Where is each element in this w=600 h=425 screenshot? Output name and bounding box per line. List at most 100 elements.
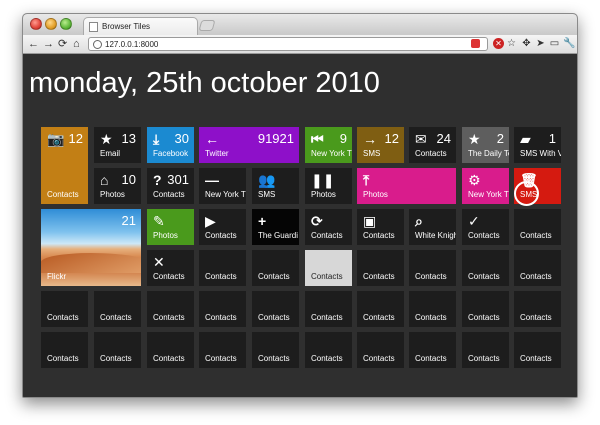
extension-red-icon[interactable] <box>471 39 480 48</box>
tile-label: Contacts <box>205 231 237 240</box>
tile-contacts[interactable]: Contacts <box>514 291 561 327</box>
tile-contacts[interactable]: Contacts <box>94 291 141 327</box>
minimize-window-button[interactable] <box>45 18 57 30</box>
tile-count: 91921 <box>257 131 294 146</box>
tile-the-guardi[interactable]: + The Guardi <box>252 209 299 245</box>
reload-button[interactable]: ⟳ <box>58 37 67 51</box>
tile-contacts[interactable]: Contacts <box>252 291 299 327</box>
tile-photos[interactable]: ✎ Photos <box>147 209 194 245</box>
send-icon[interactable]: ➤ <box>535 38 546 49</box>
home-button[interactable]: ⌂ <box>73 37 80 51</box>
tile-count: 12 <box>68 131 83 146</box>
tile-email[interactable]: ★ 13 Email <box>94 127 141 163</box>
tile-contacts[interactable]: Contacts <box>462 250 509 286</box>
forward-button[interactable]: → <box>43 37 54 51</box>
tile-count: 10 <box>121 172 136 187</box>
tile-contacts[interactable]: Contacts <box>514 250 561 286</box>
tile-contacts[interactable]: Contacts <box>41 332 88 368</box>
tile-contacts[interactable]: Contacts <box>199 250 246 286</box>
tile-contacts[interactable]: ⟳ Contacts <box>305 209 352 245</box>
tile-contacts[interactable]: Contacts <box>252 250 299 286</box>
tile-label: Contacts <box>415 272 447 281</box>
tile-contacts[interactable]: 📷 12 Contacts <box>41 127 88 204</box>
tile-contacts[interactable]: ✉ 24 Contacts <box>409 127 456 163</box>
tile-contacts[interactable]: Contacts <box>41 291 88 327</box>
tile-facebook[interactable]: ⤓ 30 Facebook <box>147 127 194 163</box>
tile-the-daily-te[interactable]: ★ 2 The Daily Te <box>462 127 509 163</box>
tile-count: 21 <box>121 213 136 228</box>
tile-contacts[interactable]: Contacts <box>409 291 456 327</box>
tile-label: Contacts <box>47 354 79 363</box>
tile-contacts[interactable]: Contacts <box>305 291 352 327</box>
tile-contacts[interactable]: Contacts <box>147 332 194 368</box>
tile-contacts[interactable]: Contacts <box>305 332 352 368</box>
tile-label: Flickr <box>47 272 67 281</box>
tile-contacts[interactable]: ▣ Contacts <box>357 209 404 245</box>
tile-new-york-t[interactable]: — New York T <box>199 168 246 204</box>
tile-contacts[interactable]: Contacts <box>462 291 509 327</box>
tile-contacts[interactable]: Contacts <box>357 291 404 327</box>
tile-photos[interactable]: ⤒ Photos <box>357 168 456 204</box>
tile-photos[interactable]: ❚❚ Photos <box>305 168 352 204</box>
tile-contacts[interactable]: Contacts <box>462 332 509 368</box>
new-tab-button[interactable] <box>198 20 216 31</box>
tile-contacts[interactable]: Contacts <box>514 332 561 368</box>
tile-label: Contacts <box>468 231 500 240</box>
tile-contacts[interactable]: Contacts <box>409 332 456 368</box>
tile-contacts[interactable]: ? 301 Contacts <box>147 168 194 204</box>
tile-label: Contacts <box>363 231 395 240</box>
tile-count: 2 <box>496 131 504 146</box>
tile-label: Photos <box>311 190 336 199</box>
tile-photos[interactable]: ⌂ 10 Photos <box>94 168 141 204</box>
tile-label: SMS <box>363 149 381 158</box>
tile-contacts[interactable]: Contacts <box>199 291 246 327</box>
tile-contacts[interactable]: Contacts <box>94 332 141 368</box>
upload-icon: ⤒ <box>363 172 370 188</box>
tile-contacts[interactable]: Contacts <box>305 250 352 286</box>
tile-label: Contacts <box>415 149 447 158</box>
tile-label: Twitter <box>205 149 229 158</box>
window-icon[interactable]: ▭ <box>549 38 560 49</box>
tile-sms[interactable]: → 12 SMS <box>357 127 404 163</box>
bookmark-star-icon[interactable]: ☆ <box>506 38 517 49</box>
tile-contacts[interactable]: ✓ Contacts <box>462 209 509 245</box>
browser-tab[interactable]: Browser Tiles <box>83 17 198 35</box>
tile-contacts[interactable]: Contacts <box>357 332 404 368</box>
puzzle-icon[interactable]: ✥ <box>521 38 532 49</box>
tile-label: Photos <box>100 190 125 199</box>
tile-sms-with-v[interactable]: ▰ 1 SMS With V <box>514 127 561 163</box>
gear-icon: ⚙ <box>468 172 481 188</box>
tile-contacts[interactable]: ✕ Contacts <box>147 250 194 286</box>
wrench-icon[interactable]: 🔧 <box>563 38 575 49</box>
tile-new-york-t[interactable]: ⏮ 9 New York T <box>305 127 352 163</box>
tile-contacts[interactable]: Contacts <box>252 332 299 368</box>
tile-new-york-t[interactable]: ⚙ New York T <box>462 168 509 204</box>
tile-label: Contacts <box>363 313 395 322</box>
pause-icon: ❚❚ <box>311 172 335 188</box>
tile-count: 13 <box>121 131 136 146</box>
tile-contacts[interactable]: Contacts <box>147 291 194 327</box>
browser-toolbar: ← → ⟳ ⌂ 127.0.0.1:8000 ✕ ☆ ✥ ➤ ▭ 🔧 <box>23 35 577 54</box>
arrow-left-icon: ← <box>205 131 219 147</box>
tile-contacts[interactable]: Contacts <box>409 250 456 286</box>
tile-label: Contacts <box>520 313 552 322</box>
tile-flickr[interactable]: 21 Flickr <box>41 209 141 286</box>
tile-twitter[interactable]: ← 91921 Twitter <box>199 127 299 163</box>
close-window-button[interactable] <box>30 18 42 30</box>
back-button[interactable]: ← <box>28 37 39 51</box>
tile-contacts[interactable]: Contacts <box>357 250 404 286</box>
tab-title: Browser Tiles <box>102 22 151 31</box>
star-icon: ★ <box>100 131 113 147</box>
tile-contacts[interactable]: Contacts <box>514 209 561 245</box>
minus-icon: — <box>205 172 219 188</box>
tile-contacts[interactable]: Contacts <box>199 332 246 368</box>
address-text: 127.0.0.1:8000 <box>105 40 159 49</box>
address-bar[interactable]: 127.0.0.1:8000 <box>88 37 488 51</box>
pencil-icon: ✎ <box>153 213 165 229</box>
maximize-window-button[interactable] <box>60 18 72 30</box>
blocker-icon[interactable]: ✕ <box>493 38 504 49</box>
tile-label: New York T <box>468 190 509 199</box>
tile-white-knigh[interactable]: ⌕ White Knigh <box>409 209 456 245</box>
tile-contacts[interactable]: ▶ Contacts <box>199 209 246 245</box>
tile-sms[interactable]: 👥 SMS <box>252 168 299 204</box>
